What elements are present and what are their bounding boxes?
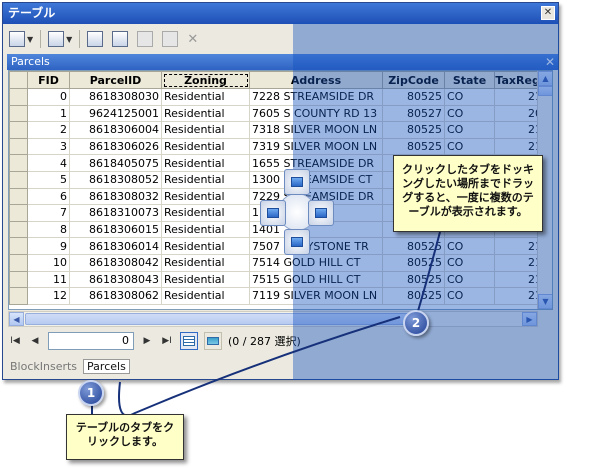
step-2-callout: クリックしたタブをドッキングしたい場所までドラッグすると、一度に複数のテーブルが… [393,155,543,232]
step-1-badge: 1 [78,380,104,406]
step-2-badge: 2 [403,310,429,336]
step-1-callout: テーブルのタブをクリックします。 [66,414,184,460]
